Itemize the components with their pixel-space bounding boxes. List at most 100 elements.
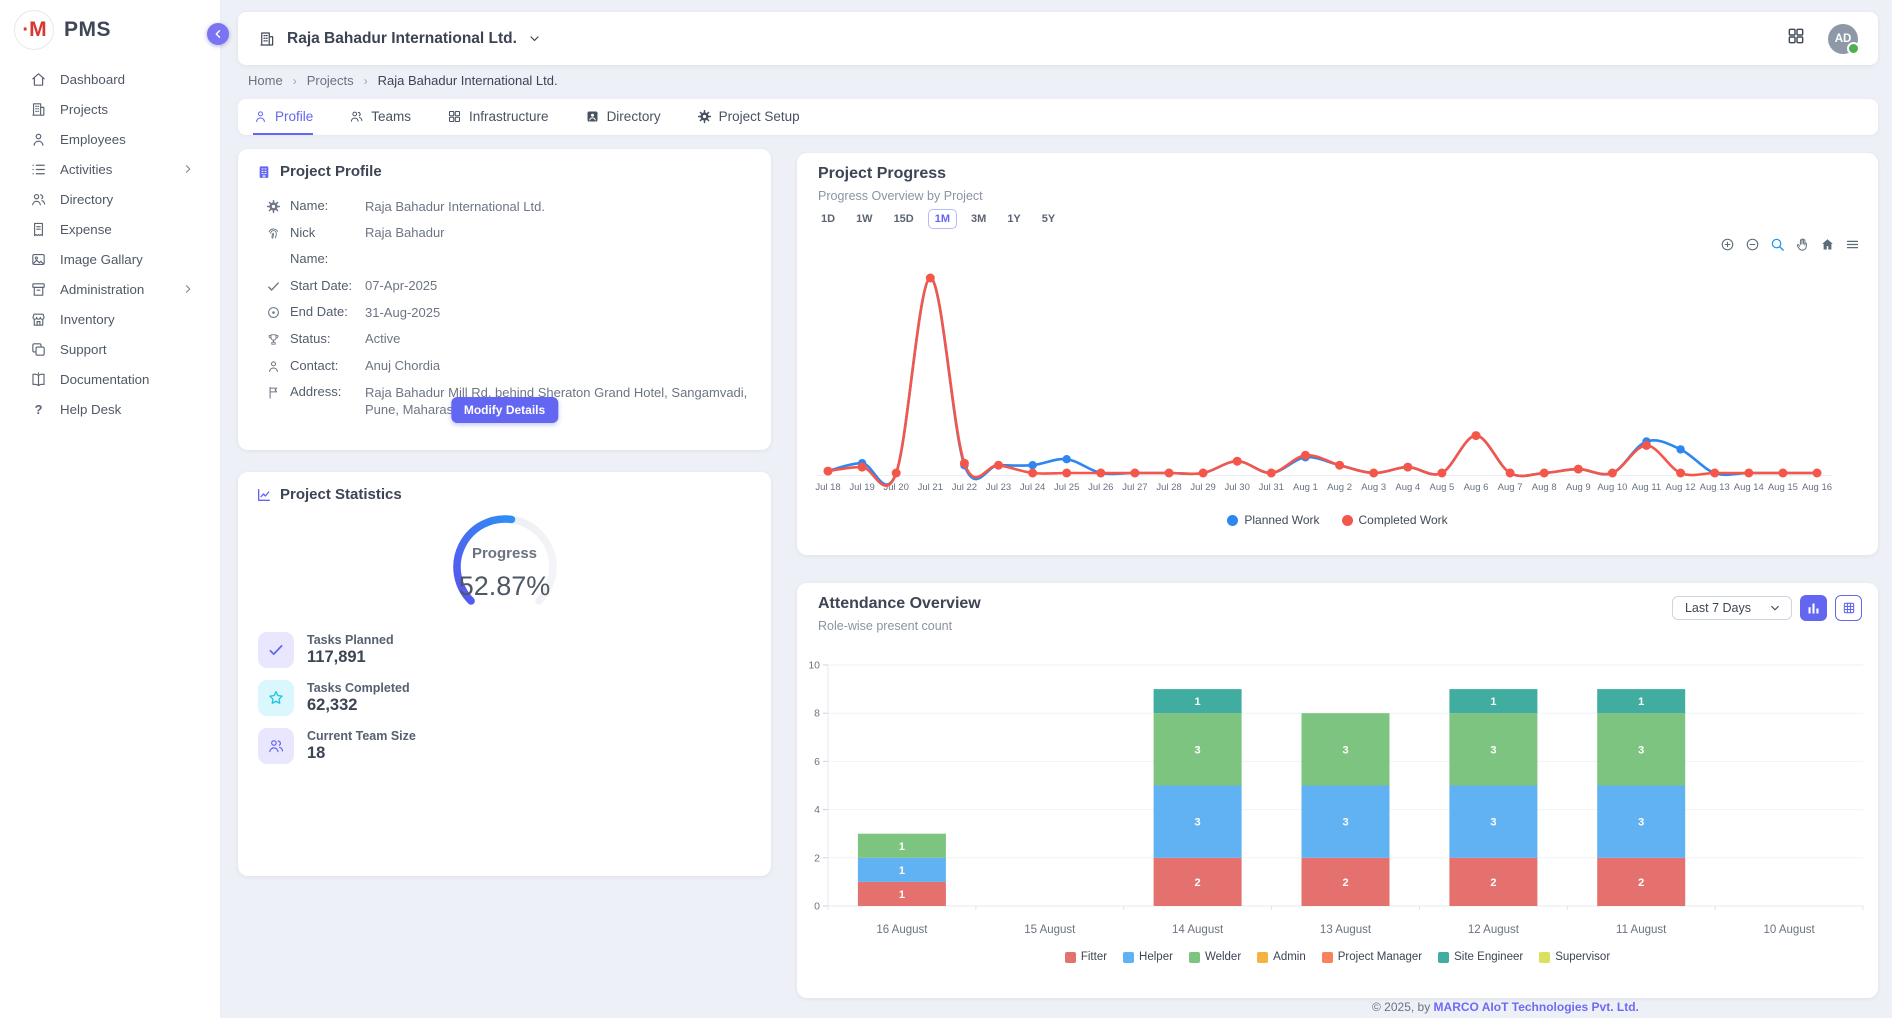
legend-swatch bbox=[1257, 952, 1268, 963]
legend-project-manager[interactable]: Project Manager bbox=[1322, 951, 1422, 963]
tab-label: Teams bbox=[371, 109, 411, 124]
days-filter-value: Last 7 Days bbox=[1685, 601, 1751, 615]
sidebar-item-label: Directory bbox=[60, 192, 113, 207]
svg-text:Aug 5: Aug 5 bbox=[1429, 482, 1454, 493]
tab-directory[interactable]: Directory bbox=[585, 99, 661, 135]
legend-admin[interactable]: Admin bbox=[1257, 951, 1306, 963]
modify-details-button[interactable]: Modify Details bbox=[451, 397, 558, 423]
zoomout-tool-icon[interactable] bbox=[1745, 237, 1760, 252]
days-filter-select[interactable]: Last 7 Days bbox=[1672, 596, 1792, 620]
svg-text:0: 0 bbox=[814, 901, 820, 913]
sidebar-item-image-gallary[interactable]: Image Gallary bbox=[0, 244, 220, 274]
company-selector[interactable]: Raja Bahadur International Ltd. bbox=[258, 30, 541, 48]
svg-text:Aug 1: Aug 1 bbox=[1293, 482, 1318, 493]
footer-company-link[interactable]: MARCO AIoT Technologies Pvt. Ltd. bbox=[1434, 1000, 1639, 1014]
range-1d-button[interactable]: 1D bbox=[814, 209, 842, 229]
project-progress-chart[interactable]: Jul 18Jul 19Jul 20Jul 21Jul 22Jul 23Jul … bbox=[797, 253, 1878, 503]
range-1w-button[interactable]: 1W bbox=[849, 209, 880, 229]
sidebar-item-documentation[interactable]: Documentation bbox=[0, 364, 220, 394]
svg-text:Jul 24: Jul 24 bbox=[1020, 482, 1045, 493]
trophy-icon bbox=[266, 332, 281, 347]
sidebar-item-activities[interactable]: Activities bbox=[0, 154, 220, 184]
field-value: Raja Bahadur bbox=[365, 220, 753, 242]
sidebar-item-directory[interactable]: Directory bbox=[0, 184, 220, 214]
legend-helper[interactable]: Helper bbox=[1123, 951, 1173, 963]
project-progress-card: Project Progress Progress Overview by Pr… bbox=[797, 153, 1878, 555]
range-1m-button[interactable]: 1M bbox=[928, 209, 957, 229]
apps-grid-button[interactable] bbox=[1786, 26, 1806, 51]
svg-text:2: 2 bbox=[814, 852, 820, 864]
menu-tool-icon[interactable] bbox=[1845, 237, 1860, 252]
legend-welder[interactable]: Welder bbox=[1189, 951, 1241, 963]
sidebar-collapse-button[interactable] bbox=[207, 23, 229, 45]
legend-site-engineer[interactable]: Site Engineer bbox=[1438, 951, 1523, 963]
range-3m-button[interactable]: 3M bbox=[964, 209, 993, 229]
legend-label: Site Engineer bbox=[1454, 951, 1523, 963]
svg-text:Jul 27: Jul 27 bbox=[1122, 482, 1147, 493]
svg-text:10 August: 10 August bbox=[1764, 924, 1816, 936]
svg-text:Aug 4: Aug 4 bbox=[1395, 482, 1420, 493]
legend-planned-work[interactable]: Planned Work bbox=[1227, 513, 1319, 527]
archive-icon bbox=[30, 281, 47, 298]
book-icon bbox=[30, 371, 47, 388]
legend-fitter[interactable]: Fitter bbox=[1065, 951, 1107, 963]
breadcrumb-home[interactable]: Home bbox=[248, 73, 283, 88]
svg-text:Aug 16: Aug 16 bbox=[1802, 482, 1832, 493]
top-header: Raja Bahadur International Ltd. AD bbox=[238, 12, 1878, 65]
sidebar-item-label: Support bbox=[60, 342, 107, 357]
range-15d-button[interactable]: 15D bbox=[887, 209, 921, 229]
user-icon bbox=[30, 131, 47, 148]
sidebar-item-support[interactable]: Support bbox=[0, 334, 220, 364]
attendance-card-title: Attendance Overview bbox=[818, 595, 981, 613]
sidebar-item-label: Activities bbox=[60, 162, 112, 177]
tab-profile[interactable]: Profile bbox=[253, 99, 313, 135]
tab-teams[interactable]: Teams bbox=[349, 99, 411, 135]
svg-text:3: 3 bbox=[1638, 817, 1644, 829]
stat-label: Tasks Planned bbox=[307, 633, 394, 647]
sidebar-item-projects[interactable]: Projects bbox=[0, 94, 220, 124]
tab-project-setup[interactable]: Project Setup bbox=[697, 99, 800, 135]
field-label: End Date: bbox=[290, 299, 356, 326]
homesolid-tool-icon[interactable] bbox=[1820, 237, 1835, 252]
svg-text:Aug 9: Aug 9 bbox=[1566, 482, 1591, 493]
attendance-bar-chart[interactable]: 024681011116 August15 August233114 Augus… bbox=[797, 651, 1878, 951]
stat-value: 18 bbox=[307, 744, 416, 763]
sidebar-item-employees[interactable]: Employees bbox=[0, 124, 220, 154]
svg-text:Aug 11: Aug 11 bbox=[1632, 482, 1661, 493]
breadcrumb-projects[interactable]: Projects bbox=[307, 73, 354, 88]
stat-icon-box bbox=[258, 632, 294, 668]
svg-text:Aug 7: Aug 7 bbox=[1498, 482, 1523, 493]
user-avatar[interactable]: AD bbox=[1828, 24, 1858, 54]
legend-supervisor[interactable]: Supervisor bbox=[1539, 951, 1610, 963]
hand-tool-icon[interactable] bbox=[1795, 237, 1810, 252]
sidebar-item-administration[interactable]: Administration bbox=[0, 274, 220, 304]
stat-value: 62,332 bbox=[307, 696, 410, 715]
progress-card-title: Project Progress bbox=[818, 165, 946, 183]
stat-value: 117,891 bbox=[307, 648, 394, 667]
svg-text:3: 3 bbox=[1638, 744, 1644, 756]
app-logo[interactable]: M PMS bbox=[14, 10, 111, 50]
sidebar-item-inventory[interactable]: Inventory bbox=[0, 304, 220, 334]
chevron-left-icon bbox=[212, 28, 224, 40]
magnify-tool-icon[interactable] bbox=[1770, 237, 1785, 252]
svg-text:Jul 23: Jul 23 bbox=[986, 482, 1011, 493]
tab-bar: Profile Teams Infrastructure Directory P… bbox=[238, 99, 1878, 135]
table-view-button[interactable] bbox=[1835, 595, 1862, 621]
tab-infrastructure[interactable]: Infrastructure bbox=[447, 99, 549, 135]
sidebar-item-expense[interactable]: Expense bbox=[0, 214, 220, 244]
chev-right-icon bbox=[182, 283, 194, 295]
legend-completed-work[interactable]: Completed Work bbox=[1342, 513, 1448, 527]
range-5y-button[interactable]: 5Y bbox=[1035, 209, 1062, 229]
star-icon bbox=[267, 689, 285, 707]
zoomin-tool-icon[interactable] bbox=[1720, 237, 1735, 252]
copy-icon bbox=[30, 341, 47, 358]
svg-text:1: 1 bbox=[1195, 696, 1201, 708]
bar-view-button[interactable] bbox=[1800, 595, 1827, 621]
breadcrumb-separator: › bbox=[364, 74, 368, 88]
svg-text:14 August: 14 August bbox=[1172, 924, 1224, 936]
breadcrumb: Home › Projects › Raja Bahadur Internati… bbox=[248, 73, 558, 88]
sidebar-item-help-desk[interactable]: Help Desk bbox=[0, 394, 220, 424]
range-1y-button[interactable]: 1Y bbox=[1000, 209, 1027, 229]
svg-text:1: 1 bbox=[1490, 696, 1496, 708]
sidebar-item-dashboard[interactable]: Dashboard bbox=[0, 64, 220, 94]
